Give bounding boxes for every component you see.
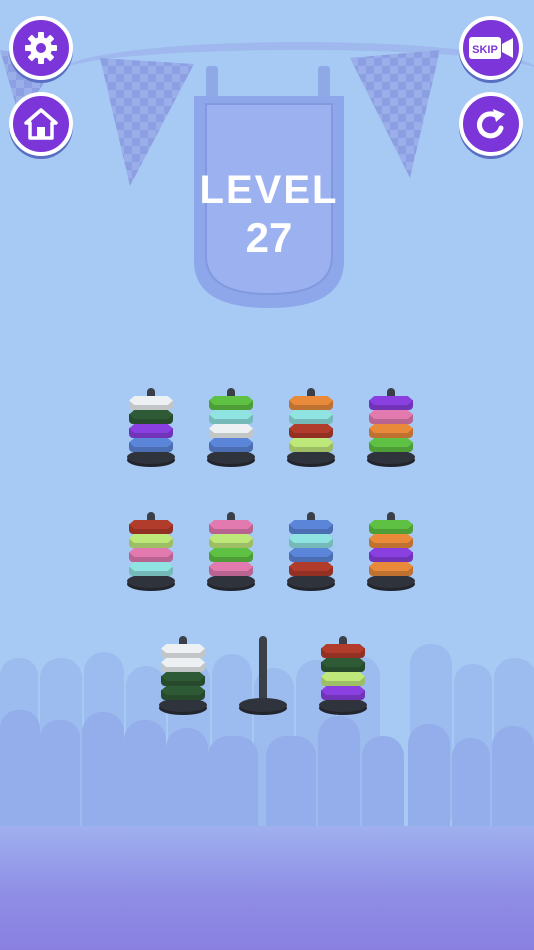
skip-level-button[interactable]: SKIP [459,16,523,80]
peg-base [127,574,175,588]
ring-red [129,520,173,534]
peg-base [207,450,255,464]
ring-orange [369,562,413,576]
ring-white [209,424,253,438]
ring-orange [289,396,333,410]
peg-base [287,450,335,464]
peg-stack[interactable] [206,388,256,468]
ring-white [161,644,205,658]
level-number: 27 [245,214,293,261]
ring-white [161,658,205,672]
banner-hook [318,66,330,100]
ring-pink [209,562,253,576]
ring-green [209,548,253,562]
ring-dark-green [161,686,205,700]
peg-stack[interactable] [206,512,256,592]
ring-dark-green [321,658,365,672]
ring-blue [289,520,333,534]
ring-light-cyan [209,410,253,424]
ring-lime [129,534,173,548]
restart-icon [476,109,505,139]
home-icon [24,108,58,140]
ring-green [209,396,253,410]
ring-white [129,396,173,410]
ring-green [369,520,413,534]
ring-blue [289,548,333,562]
level-label: LEVEL [199,168,339,212]
peg-base [127,450,175,464]
ring-lime [321,672,365,686]
ring-orange [369,534,413,548]
ring-orange [369,424,413,438]
ring-purple [321,686,365,700]
ring-purple [129,424,173,438]
ring-dark-green [129,410,173,424]
peg-base [367,574,415,588]
peg-stack[interactable] [366,512,416,592]
gear-icon [25,32,57,64]
ring-red [321,644,365,658]
ring-lime [209,534,253,548]
ring-light-cyan [289,534,333,548]
ring-red [289,424,333,438]
peg-base [319,698,367,712]
ring-dark-green [161,672,205,686]
skip-label: SKIP [472,44,498,56]
peg-stack[interactable] [158,636,208,716]
ring-red [289,562,333,576]
skip-video-icon: SKIP [469,37,513,59]
ring-purple [369,548,413,562]
ring-lime [289,438,333,452]
floor [0,826,534,950]
peg-base [159,698,207,712]
peg-base [207,574,255,588]
peg-stack[interactable] [318,636,368,716]
pennant-flag [100,58,194,186]
peg-stack[interactable] [286,388,336,468]
ring-purple [369,396,413,410]
ring-pink [129,548,173,562]
ring-green [369,438,413,452]
banner-hook [206,66,218,100]
game-scene: LEVEL 27 SKIP [0,0,534,950]
peg-stack[interactable] [286,512,336,592]
peg-base [239,698,287,712]
peg-stack[interactable] [366,388,416,468]
ring-pink [369,410,413,424]
ring-light-cyan [129,562,173,576]
peg-stack[interactable] [126,512,176,592]
ring-blue [129,438,173,452]
settings-button[interactable] [9,16,73,80]
peg-rod [259,636,267,706]
restart-button[interactable] [459,92,523,156]
pennant-flag [350,50,440,178]
peg-stack[interactable] [238,636,288,716]
ring-pink [209,520,253,534]
peg-base [287,574,335,588]
home-button[interactable] [9,92,73,156]
peg-base [367,450,415,464]
ring-blue [209,438,253,452]
ring-light-cyan [289,410,333,424]
peg-stack[interactable] [126,388,176,468]
